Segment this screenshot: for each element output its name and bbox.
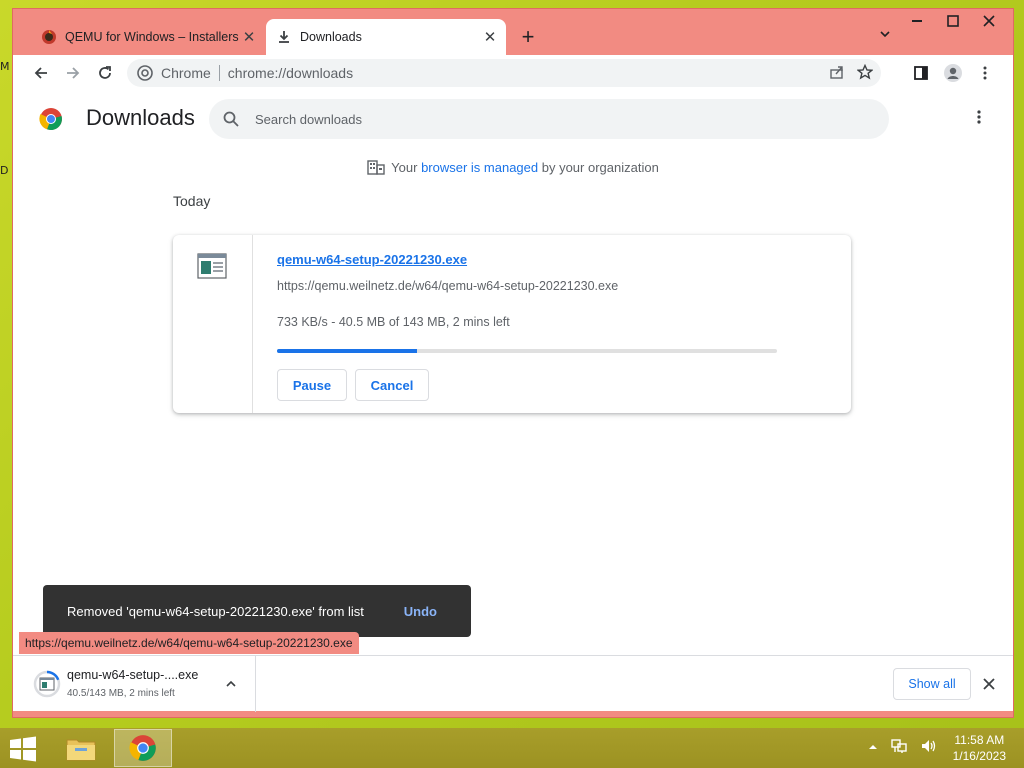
start-button[interactable]: [8, 736, 38, 762]
download-progress-fill: [277, 349, 417, 353]
search-downloads-field[interactable]: [209, 99, 889, 139]
network-icon[interactable]: [890, 738, 908, 759]
profile-avatar[interactable]: [939, 59, 967, 87]
browser-menu-button[interactable]: [971, 59, 999, 87]
omnibox-url[interactable]: chrome://downloads: [228, 65, 353, 81]
folder-icon: [66, 739, 96, 761]
download-shelf: qemu-w64-setup-....exe 40.5/143 MB, 2 mi…: [13, 655, 1013, 712]
downloads-header: Downloads: [13, 91, 1013, 147]
shelf-download-item[interactable]: qemu-w64-setup-....exe 40.5/143 MB, 2 mi…: [13, 656, 256, 712]
cancel-button[interactable]: Cancel: [355, 369, 429, 401]
tab-downloads[interactable]: Downloads ✕: [266, 19, 506, 55]
browser-toolbar: Chrome chrome://downloads: [13, 55, 1013, 91]
managed-link[interactable]: browser is managed: [421, 160, 538, 175]
download-icon: [276, 29, 292, 45]
close-icon[interactable]: ✕: [239, 27, 259, 47]
forward-button[interactable]: [59, 59, 87, 87]
tab-title: QEMU for Windows – Installers (: [65, 30, 239, 44]
exe-file-icon: [197, 253, 227, 279]
tab-qemu[interactable]: QEMU for Windows – Installers ( ✕: [31, 19, 265, 55]
volume-icon[interactable]: [920, 738, 938, 759]
side-panel-button[interactable]: [907, 59, 935, 87]
chevron-up-icon[interactable]: [221, 674, 241, 694]
chrome-taskbar-button[interactable]: [114, 729, 172, 767]
clock-time: 11:58 AM: [954, 733, 1005, 747]
chrome-logo-icon: [39, 108, 62, 131]
file-explorer-taskbar-button[interactable]: [52, 729, 110, 767]
reload-icon: [99, 66, 111, 79]
date-header: Today: [173, 193, 211, 209]
downloads-page: Downloads Your browser is managed by you…: [13, 91, 1013, 655]
clock-date: 1/16/2023: [952, 749, 1006, 763]
shelf-item-name: qemu-w64-setup-....exe: [67, 668, 199, 682]
download-card: qemu-w64-setup-20221230.exe https://qemu…: [173, 235, 851, 413]
more-vert-icon: [977, 110, 981, 124]
back-button[interactable]: [27, 59, 55, 87]
windows-logo-icon: [10, 736, 36, 762]
system-tray: [868, 738, 938, 758]
chrome-logo-icon: [129, 735, 156, 761]
tab-title: Downloads: [300, 30, 362, 44]
close-icon[interactable]: ✕: [480, 27, 500, 47]
show-all-button[interactable]: Show all: [893, 668, 971, 700]
undo-button[interactable]: Undo: [404, 604, 437, 619]
chevron-down-icon[interactable]: [873, 27, 897, 51]
taskbar: 11:58 AM 1/16/2023: [0, 728, 1024, 768]
chrome-icon: [137, 65, 153, 81]
share-icon[interactable]: [829, 64, 845, 83]
taskbar-clock[interactable]: 11:58 AM 1/16/2023: [953, 732, 1006, 764]
omnibox-separator: [218, 65, 220, 81]
close-window-button[interactable]: [971, 9, 1007, 37]
desktop-edge-label: M: [0, 60, 10, 73]
maximize-button[interactable]: [935, 9, 971, 37]
status-bubble-url: https://qemu.weilnetz.de/w64/qemu-w64-se…: [19, 632, 359, 654]
download-source-url[interactable]: https://qemu.weilnetz.de/w64/qemu-w64-se…: [277, 279, 618, 293]
more-vert-icon: [983, 66, 987, 80]
managed-prefix: Your: [391, 159, 422, 175]
bookmark-star-icon[interactable]: [856, 63, 874, 83]
pause-button[interactable]: Pause: [277, 369, 347, 401]
omnibox-chip-label: Chrome: [161, 65, 211, 81]
minimize-button[interactable]: [899, 9, 935, 37]
download-progress-ring-icon: [33, 670, 61, 698]
chevron-up-icon[interactable]: [868, 739, 878, 757]
arrow-left-icon: [34, 67, 47, 79]
download-progress-bar: [277, 349, 777, 353]
desktop-edge-label: D: [0, 164, 9, 177]
tab-strip: QEMU for Windows – Installers ( ✕ Downlo…: [13, 9, 1013, 55]
search-input[interactable]: [255, 111, 755, 127]
shelf-item-status: 40.5/143 MB, 2 mins left: [67, 688, 175, 699]
qemu-icon: [41, 29, 57, 45]
page-menu-button[interactable]: [967, 109, 991, 133]
address-bar[interactable]: Chrome chrome://downloads: [127, 59, 881, 87]
reload-button[interactable]: [91, 59, 119, 87]
close-shelf-button[interactable]: [977, 672, 1001, 696]
download-status: 733 KB/s - 40.5 MB of 143 MB, 2 mins lef…: [277, 315, 510, 329]
profile-icon: [944, 64, 962, 82]
side-panel-icon: [914, 66, 928, 80]
managed-suffix: by your organization: [538, 159, 659, 175]
download-filename-link[interactable]: qemu-w64-setup-20221230.exe: [277, 252, 467, 267]
removed-toast: Removed 'qemu-w64-setup-20221230.exe' fr…: [43, 585, 471, 637]
toast-message: Removed 'qemu-w64-setup-20221230.exe' fr…: [67, 603, 364, 619]
close-icon: [983, 678, 995, 690]
arrow-right-icon: [67, 67, 80, 79]
page-title: Downloads: [86, 105, 195, 130]
new-tab-button[interactable]: +: [515, 25, 541, 51]
search-icon: [221, 109, 241, 129]
managed-notice: Your browser is managed by your organiza…: [13, 159, 1013, 178]
browser-window: QEMU for Windows – Installers ( ✕ Downlo…: [12, 8, 1014, 718]
building-icon: [367, 159, 385, 178]
download-icon-column: [173, 235, 253, 413]
